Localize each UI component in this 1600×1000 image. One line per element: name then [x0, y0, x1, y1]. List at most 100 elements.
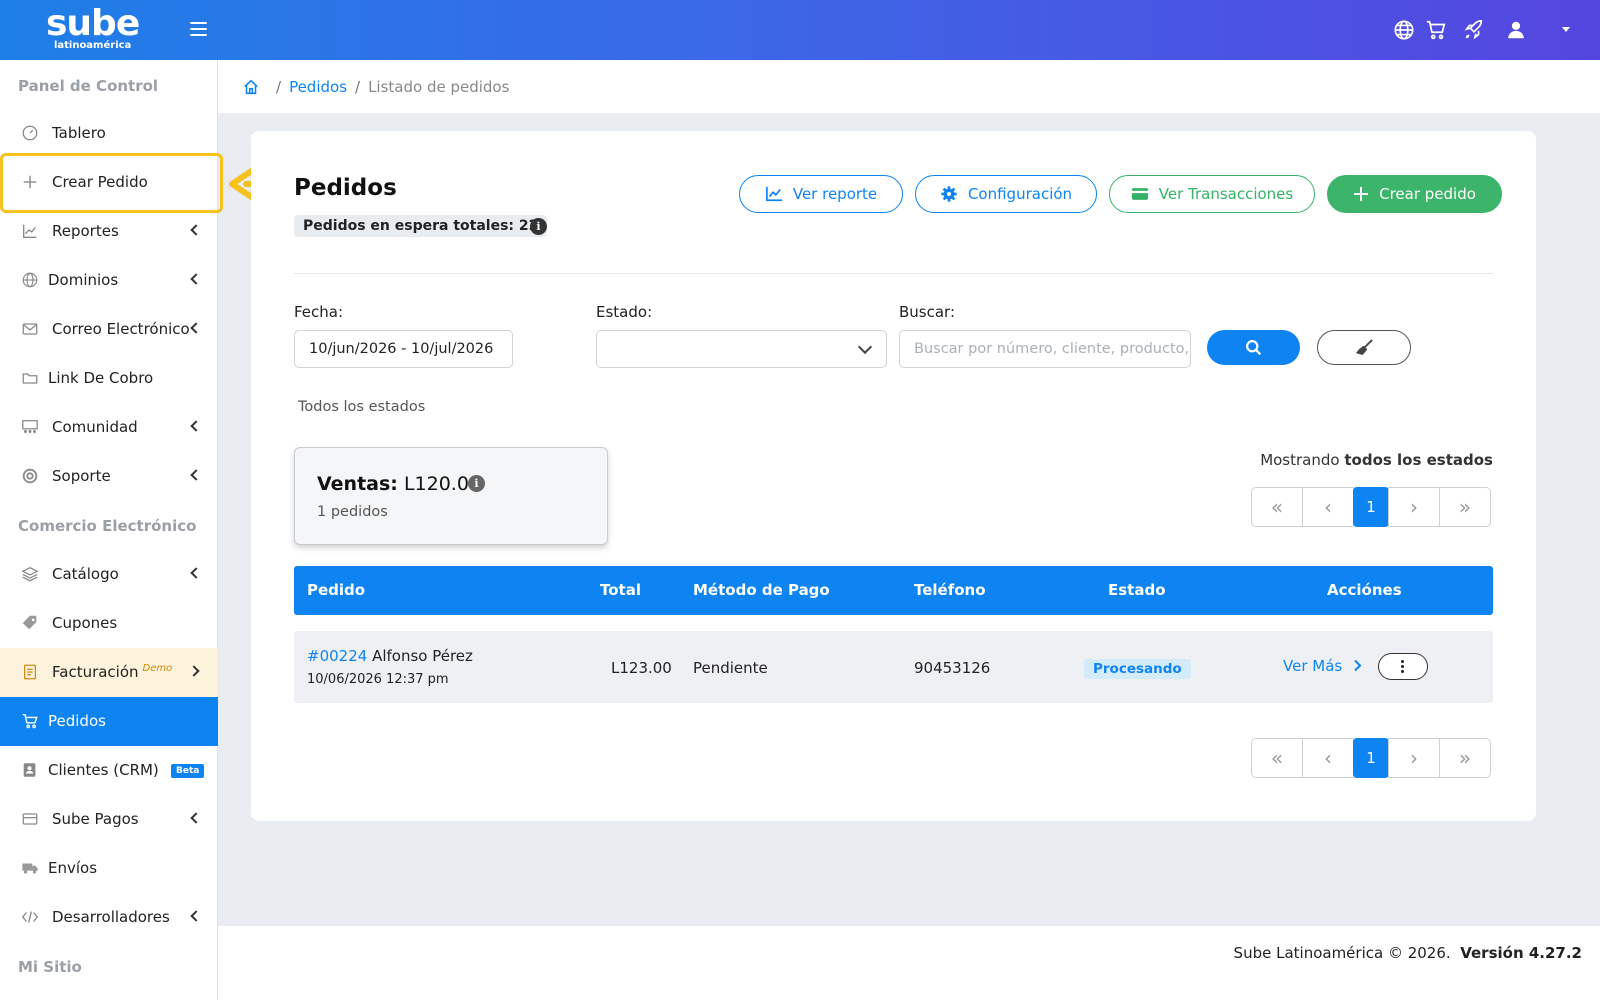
- showing-value: todos los estados: [1344, 451, 1493, 469]
- status-select[interactable]: [596, 330, 887, 368]
- order-id-link[interactable]: #00224: [307, 647, 367, 665]
- info-icon[interactable]: i: [530, 218, 547, 235]
- sidebar-item-desarrolladores[interactable]: Desarrolladores: [0, 893, 218, 942]
- prev-page-button[interactable]: ‹: [1302, 487, 1354, 527]
- last-page-button[interactable]: »: [1439, 738, 1491, 778]
- pending-orders-badge: Pedidos en espera totales: 22: [294, 215, 548, 237]
- top-bar: sube latinoamérica: [0, 0, 1600, 60]
- gear-icon: [941, 186, 957, 202]
- create-order-button[interactable]: Crear pedido: [1327, 175, 1502, 213]
- sales-summary-box: Ventas: L120.00 i 1 pedidos: [294, 447, 608, 545]
- order-cell: #00224 Alfonso Pérez: [307, 647, 473, 665]
- col-total[interactable]: Total: [600, 581, 641, 599]
- dot: [1401, 670, 1404, 673]
- envelope-icon: [22, 323, 38, 335]
- tag-icon: [22, 615, 37, 630]
- sidebar-item-tablero[interactable]: Tablero: [0, 109, 218, 158]
- sidebar-section-ecommerce: Comercio Electrónico: [18, 517, 197, 535]
- sidebar-item-label: Correo Electrónico: [52, 320, 190, 338]
- sidebar-item-label: Facturación Demo: [52, 663, 172, 681]
- globe-icon[interactable]: [1393, 19, 1415, 41]
- cart-icon: [22, 714, 38, 729]
- sidebar-item-link-cobro[interactable]: Link De Cobro: [0, 354, 218, 403]
- sidebar-item-correo[interactable]: Correo Electrónico: [0, 305, 218, 354]
- sidebar-item-comunidad[interactable]: Comunidad: [0, 403, 218, 452]
- sidebar-item-label-text: Facturación: [52, 663, 139, 681]
- sidebar-item-clientes[interactable]: Clientes (CRM) Beta: [0, 746, 218, 795]
- info-icon[interactable]: i: [468, 475, 485, 492]
- sidebar-item-catalogo[interactable]: Catálogo: [0, 550, 218, 599]
- layers-icon: [21, 566, 39, 582]
- sidebar-item-reportes[interactable]: Reportes: [0, 207, 218, 256]
- date-label: Fecha:: [294, 303, 344, 321]
- clear-filters-button[interactable]: [1317, 330, 1411, 365]
- breadcrumb-current: Listado de pedidos: [368, 78, 510, 96]
- col-estado[interactable]: Estado: [1108, 581, 1166, 599]
- page-1-button[interactable]: 1: [1353, 738, 1389, 778]
- chevron-right-icon: [188, 665, 200, 677]
- footer-text: Sube Latinoamérica © 2026. Versión 4.27.…: [1234, 944, 1582, 962]
- view-report-button[interactable]: Ver reporte: [739, 175, 903, 213]
- sidebar-item-cupones[interactable]: Cupones: [0, 599, 218, 648]
- home-icon[interactable]: [242, 78, 260, 96]
- page-title: Pedidos: [294, 175, 397, 201]
- first-page-button[interactable]: «: [1251, 738, 1303, 778]
- sidebar-item-dominios[interactable]: Dominios: [0, 256, 218, 305]
- next-page-button[interactable]: ›: [1388, 487, 1440, 527]
- sidebar-item-facturacion[interactable]: Facturación Demo: [0, 648, 218, 697]
- credit-card-icon: [22, 813, 38, 825]
- showing-text: Mostrando todos los estados: [1260, 451, 1493, 469]
- phone: 90453126: [914, 659, 991, 677]
- col-pedido[interactable]: Pedido: [307, 581, 365, 599]
- col-acciones: Acciónes: [1327, 581, 1402, 599]
- globe-icon: [22, 272, 38, 288]
- chevron-left-icon: [190, 469, 202, 481]
- date-range-input[interactable]: 10/jun/2026 - 10/jul/2026: [294, 330, 513, 368]
- page-1-button[interactable]: 1: [1353, 487, 1389, 527]
- sidebar-item-sube-pagos[interactable]: Sube Pagos: [0, 795, 218, 844]
- sidebar-item-pedidos[interactable]: Pedidos: [0, 697, 218, 746]
- settings-button[interactable]: Configuración: [915, 175, 1097, 213]
- sidebar-item-label: Tablero: [52, 124, 106, 142]
- sidebar-item-envios[interactable]: Envíos: [0, 844, 218, 893]
- beta-badge: Beta: [171, 764, 205, 778]
- next-page-button[interactable]: ›: [1388, 738, 1440, 778]
- col-telefono[interactable]: Teléfono: [914, 581, 986, 599]
- view-transactions-button[interactable]: Ver Transacciones: [1109, 175, 1315, 213]
- code-icon: [21, 911, 39, 923]
- sidebar-item-label: Catálogo: [52, 565, 119, 583]
- view-transactions-label: Ver Transacciones: [1158, 185, 1294, 203]
- sales-label: Ventas:: [317, 473, 398, 495]
- logo-sub: latinoamérica: [53, 40, 132, 51]
- divider: [294, 273, 1493, 274]
- status-badge: Procesando: [1084, 659, 1191, 679]
- sidebar-item-soporte[interactable]: Soporte: [0, 452, 218, 501]
- chevron-left-icon: [190, 273, 202, 285]
- view-more-link[interactable]: Ver Más: [1283, 657, 1362, 675]
- gauge-icon: [22, 125, 38, 141]
- row-options-button[interactable]: [1378, 653, 1428, 680]
- sidebar-section-site: Mi Sitio: [18, 958, 82, 976]
- prev-page-button[interactable]: ‹: [1302, 738, 1354, 778]
- user-icon[interactable]: [1505, 19, 1527, 41]
- col-metodo-pago[interactable]: Método de Pago: [693, 581, 830, 599]
- rocket-icon[interactable]: [1463, 19, 1485, 41]
- sidebar-item-label: Link De Cobro: [48, 369, 154, 387]
- logo[interactable]: sube latinoamérica: [46, 6, 140, 51]
- breadcrumb-pedidos[interactable]: Pedidos: [289, 78, 347, 96]
- menu-icon[interactable]: [190, 22, 207, 37]
- community-icon: [22, 420, 38, 433]
- user-caret-icon[interactable]: [1562, 27, 1570, 32]
- cart-icon[interactable]: [1425, 19, 1447, 41]
- last-page-button[interactable]: »: [1439, 487, 1491, 527]
- search-button[interactable]: [1207, 330, 1300, 365]
- showing-prefix: Mostrando: [1260, 451, 1340, 469]
- view-report-label: Ver reporte: [792, 185, 878, 203]
- table-row: #00224 Alfonso Pérez 10/06/2026 12:37 pm…: [294, 631, 1493, 703]
- highlight-box: [0, 153, 223, 213]
- first-page-button[interactable]: «: [1251, 487, 1303, 527]
- credit-card-icon: [1131, 188, 1148, 200]
- sidebar-item-label: Comunidad: [52, 418, 138, 436]
- chevron-left-icon: [190, 812, 202, 824]
- search-input[interactable]: Buscar por número, cliente, producto, t: [899, 330, 1191, 368]
